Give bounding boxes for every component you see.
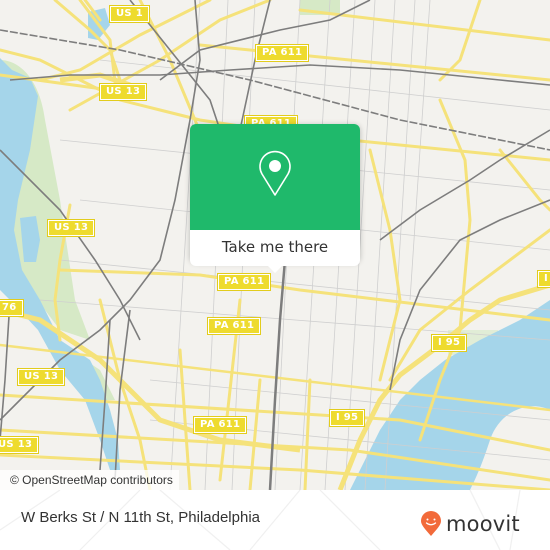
moovit-logo[interactable]: moovit	[420, 511, 520, 537]
popup-pointer	[266, 264, 284, 273]
route-shield: US 1	[109, 5, 150, 23]
stop-name: W Berks St / N 11th St, Philadelphia	[21, 509, 260, 526]
route-shield: 76	[0, 299, 24, 317]
route-shield: US 13	[98, 83, 148, 101]
route-shield: US 13	[16, 368, 66, 386]
popup-header	[190, 124, 360, 230]
moovit-pin-icon	[421, 511, 441, 536]
route-shield: I	[536, 270, 550, 288]
route-shield: I 95	[430, 334, 468, 352]
route-shield: PA 611	[206, 317, 262, 335]
map-pin-icon	[259, 150, 291, 196]
take-me-there-button[interactable]: Take me there	[190, 230, 360, 266]
route-shield: US 13	[0, 436, 40, 454]
location-popup: Take me there	[190, 124, 360, 273]
route-shield: PA 611	[254, 44, 310, 62]
map-attribution[interactable]: © OpenStreetMap contributors	[0, 470, 179, 490]
route-shield: PA 611	[216, 273, 272, 291]
brand-name: moovit	[446, 512, 520, 536]
route-shield: US 13	[46, 219, 96, 237]
route-shield: I 95	[328, 409, 366, 427]
map-canvas[interactable]: US 1 US 13 PA 611 PA 611 US 13 PA 611 76…	[0, 0, 550, 490]
route-shield: PA 611	[192, 416, 248, 434]
